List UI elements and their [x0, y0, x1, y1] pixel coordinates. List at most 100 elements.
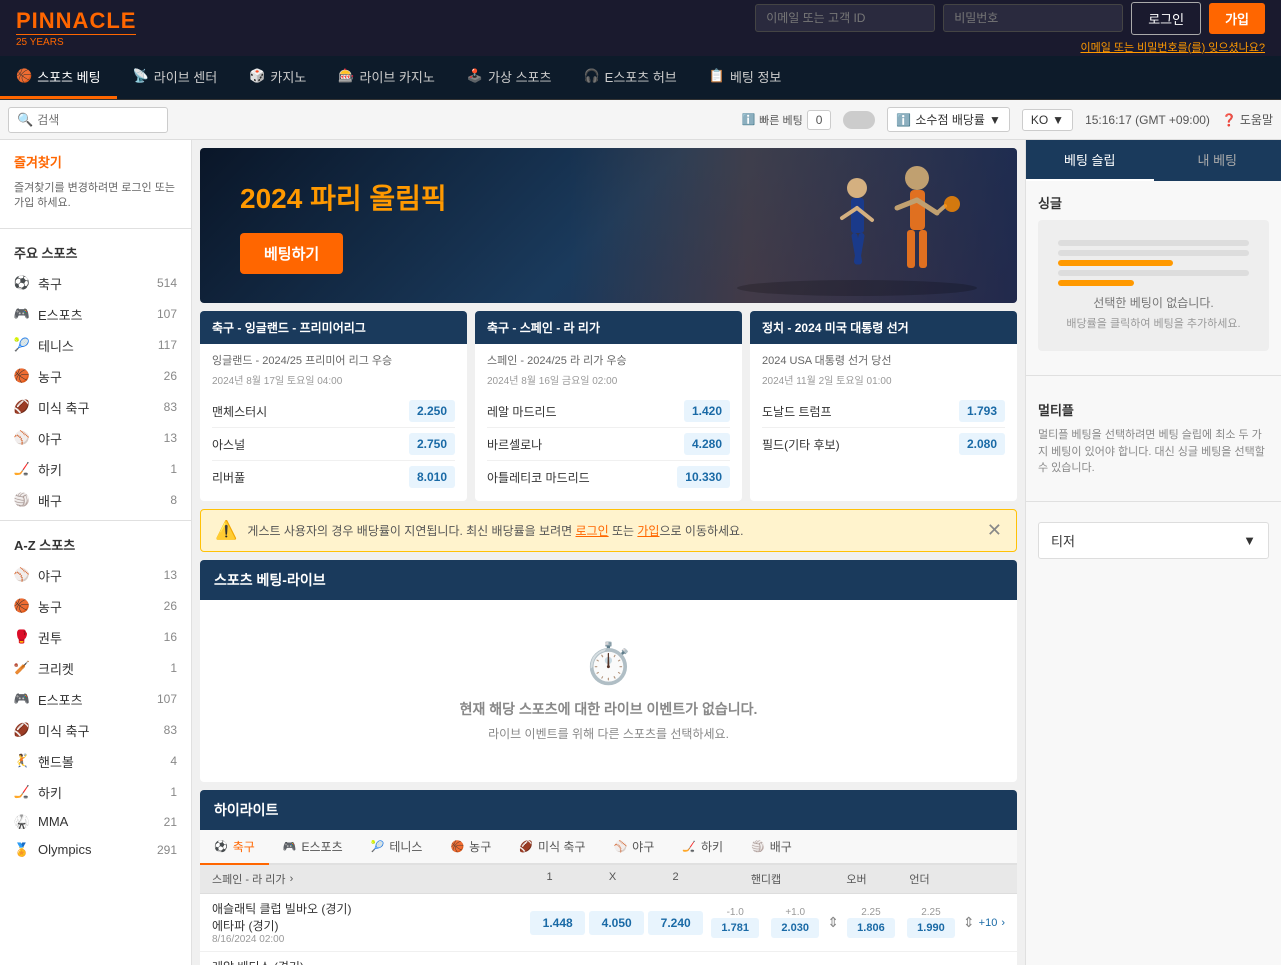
hl-odd-x-0[interactable]: 4.050: [589, 911, 644, 935]
toolbar: 🔍 ℹ️ 빠른 베팅 0 ℹ️ 소수점 배당률 ▼ KO ▼ 15:16:17 …: [0, 100, 1281, 140]
hl-league-link[interactable]: 스페인 - 라 리가 ›: [212, 871, 293, 887]
bet-odds-2-0[interactable]: 1.793: [959, 400, 1005, 422]
sidebar-item-hockey[interactable]: 🏒 하키 1: [0, 454, 191, 485]
nav-casino[interactable]: 🎲 카지노: [233, 56, 322, 99]
main-layout: 즐겨찾기 즐겨찾기를 변경하려면 로그인 또는 가입 하세요. 주요 스포츠 ⚽…: [0, 140, 1281, 965]
quick-bet-value[interactable]: 0: [807, 110, 832, 130]
az-item-basketball[interactable]: 🏀 농구 26: [0, 591, 191, 622]
hl-tab-soccer[interactable]: ⚽ 축구: [200, 830, 269, 865]
hl-h-val2-0[interactable]: 2.030: [771, 918, 819, 938]
hl-arrow-0[interactable]: ⇕: [827, 914, 839, 931]
hl-tab-volleyball[interactable]: 🏐 배구: [737, 830, 806, 865]
hl-arrow-0b[interactable]: ⇕: [963, 914, 975, 931]
forgot-password-link[interactable]: 이메일 또는 비밀번호를(를) 잊으셨나요?: [1080, 39, 1265, 55]
odds-format-select[interactable]: ℹ️ 소수점 배당률 ▼: [887, 107, 1009, 132]
main-content: 2024 파리 올림픽 베팅하기: [192, 140, 1025, 965]
bet-odds-1-0[interactable]: 1.420: [684, 400, 730, 422]
az-item-esports[interactable]: 🎮 E스포츠 107: [0, 684, 191, 715]
bet-odds-0-2[interactable]: 8.010: [409, 466, 455, 488]
hl-tab-basketball[interactable]: 🏀 농구: [436, 830, 505, 865]
toolbar-right: ℹ️ 빠른 베팅 0 ℹ️ 소수점 배당률 ▼ KO ▼ 15:16:17 (G…: [741, 107, 1273, 132]
az-item-baseball[interactable]: ⚾ 야구 13: [0, 560, 191, 591]
az-item-hockey[interactable]: 🏒 하키 1: [0, 777, 191, 808]
alert-join-link[interactable]: 가입: [637, 524, 659, 538]
bet-odds-1-1[interactable]: 4.280: [684, 433, 730, 455]
az-item-boxing[interactable]: 🥊 권투 16: [0, 622, 191, 653]
join-button[interactable]: 가입: [1209, 3, 1265, 34]
bet-odds-1-2[interactable]: 10.330: [677, 466, 730, 488]
bet-empty-lines: [1058, 240, 1249, 286]
hl-under-val-0[interactable]: 1.990: [907, 918, 955, 938]
bet-slip-tab[interactable]: 베팅 슬립: [1026, 140, 1154, 181]
nav-betinfo[interactable]: 📋 베팅 정보: [693, 56, 798, 99]
alert-close-button[interactable]: ✕: [987, 520, 1002, 541]
email-field[interactable]: [755, 4, 935, 32]
sidebar-item-volleyball[interactable]: 🏐 배구 8: [0, 485, 191, 516]
search-input[interactable]: [37, 113, 157, 127]
american-football-icon: 🏈: [14, 399, 30, 415]
betinfo-icon: 📋: [709, 68, 725, 84]
hl-more-0[interactable]: +10: [979, 917, 998, 929]
nav-virtual[interactable]: 🕹️ 가상 스포츠: [451, 56, 568, 99]
live-section-header: 스포츠 베팅-라이브: [200, 560, 1017, 600]
highlights-tabs: ⚽ 축구 🎮 E스포츠 🎾 테니스 🏀 농구: [200, 830, 1017, 865]
az-item-olympics[interactable]: 🏅 Olympics 291: [0, 836, 191, 864]
nav-sports[interactable]: 🏀 스포츠 베팅: [0, 56, 117, 99]
login-button[interactable]: 로그인: [1131, 2, 1201, 35]
dark-mode-toggle[interactable]: [843, 111, 875, 129]
hl-teams-1: 레알 베티스 (경기) 지로나 (경기) 8/16/2024 04:30: [212, 958, 530, 965]
hl-odd-2-0[interactable]: 7.240: [648, 911, 703, 935]
bet-odds-0-0[interactable]: 2.250: [409, 400, 455, 422]
teaser-select[interactable]: 티저 ▼: [1038, 522, 1269, 559]
bet-option-2-0: 도날드 트럼프 1.793: [762, 395, 1005, 428]
quick-bet-label: ℹ️ 빠른 베팅 0: [741, 110, 831, 130]
favorites-title: 즐겨찾기: [0, 140, 191, 177]
sidebar-item-basketball[interactable]: 🏀 농구 26: [0, 361, 191, 392]
hl-odd-1-0[interactable]: 1.448: [530, 911, 585, 935]
my-bets-tab[interactable]: 내 베팅: [1154, 140, 1281, 181]
card-body-3: 2024 USA 대통령 선거 당선 2024년 11월 2일 토요일 01:0…: [750, 344, 1017, 468]
sidebar-item-baseball[interactable]: ⚾ 야구 13: [0, 423, 191, 454]
hl-tab-amfootball[interactable]: 🏈 미식 축구: [505, 830, 599, 865]
sidebar-item-soccer[interactable]: ⚽ 축구 514: [0, 268, 191, 299]
live-casino-icon: 🎰: [338, 68, 354, 84]
bet-odds-2-1[interactable]: 2.080: [959, 433, 1005, 455]
language-select[interactable]: KO ▼: [1022, 109, 1073, 131]
banner-bet-button[interactable]: 베팅하기: [240, 233, 343, 274]
hl-ou-val1-0[interactable]: 1.806: [847, 918, 895, 938]
bet-odds-0-1[interactable]: 2.750: [409, 433, 455, 455]
az-item-mma[interactable]: 🥋 MMA 21: [0, 808, 191, 836]
az-amfootball-icon: 🏈: [14, 722, 30, 738]
sidebar-divider2: [0, 520, 191, 521]
search-box[interactable]: 🔍: [8, 107, 168, 133]
virtual-icon: 🕹️: [467, 68, 483, 84]
sidebar-item-american-football[interactable]: 🏈 미식 축구 83: [0, 392, 191, 423]
hl-tab-esports[interactable]: 🎮 E스포츠: [269, 830, 357, 865]
hl-h-val1-0[interactable]: 1.781: [711, 918, 759, 938]
nav-live[interactable]: 📡 라이브 센터: [117, 56, 234, 99]
logo: PINNACLE 25 YEARS: [16, 8, 136, 48]
esports-icon: 🎧: [583, 68, 599, 84]
hl-tab-baseball[interactable]: ⚾ 야구: [599, 830, 668, 865]
help-button[interactable]: ❓ 도움말: [1222, 111, 1273, 128]
az-item-cricket[interactable]: 🏏 크리켓 1: [0, 653, 191, 684]
nav-esports[interactable]: 🎧 E스포츠 허브: [567, 56, 692, 99]
sidebar-item-tennis[interactable]: 🎾 테니스 117: [0, 330, 191, 361]
auth-inputs: 로그인 가입: [755, 2, 1265, 35]
single-section: 싱글 선택한 베팅이 없습니다. 배당률을 클릭하여 베팅을 추가하세요.: [1026, 181, 1281, 363]
alert-login-link[interactable]: 로그인: [576, 524, 609, 538]
hl-tab-tennis[interactable]: 🎾 테니스: [357, 830, 437, 865]
bet-line-accent-2: [1058, 280, 1134, 286]
hl-row-0: 애슬래틱 클럽 빌바오 (경기) 에타파 (경기) 8/16/2024 02:0…: [200, 894, 1017, 952]
bet-empty-sub: 배당률을 클릭하여 베팅을 추가하세요.: [1058, 315, 1249, 331]
parlay-section: 멀티플 멀티플 베팅을 선택하려면 베팅 슬립에 최소 두 가지 베팅이 있어야…: [1026, 388, 1281, 489]
az-item-handball[interactable]: 🤾 핸드볼 4: [0, 746, 191, 777]
hl-tab-hockey[interactable]: 🏒 하키: [668, 830, 737, 865]
search-icon: 🔍: [17, 112, 33, 128]
nav-live-casino[interactable]: 🎰 라이브 카지노: [322, 56, 451, 99]
sidebar-item-esports[interactable]: 🎮 E스포츠 107: [0, 299, 191, 330]
az-item-amfootball[interactable]: 🏈 미식 축구 83: [0, 715, 191, 746]
hl-volleyball-icon: 🏐: [751, 840, 765, 853]
password-field[interactable]: [943, 4, 1123, 32]
baseball-icon: ⚾: [14, 430, 30, 446]
